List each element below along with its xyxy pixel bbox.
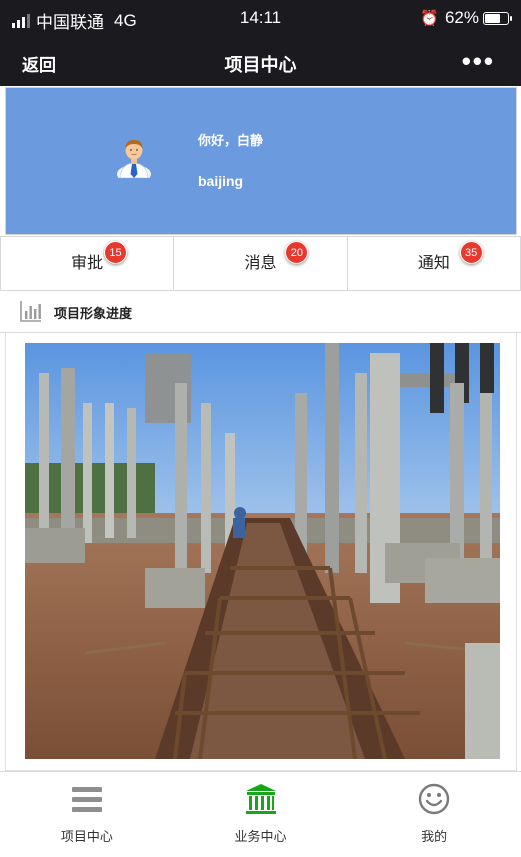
- battery-fill: [485, 13, 500, 23]
- nav-item-mine[interactable]: 我的: [347, 772, 521, 857]
- avatar-icon: [117, 140, 151, 178]
- more-button[interactable]: •••: [462, 46, 495, 77]
- profile-banner: 你好，白静 baijing: [5, 87, 517, 235]
- tab-message[interactable]: 消息 20: [173, 237, 346, 290]
- tab-notice[interactable]: 通知 35: [346, 237, 521, 290]
- nav-item-project-center[interactable]: 项目中心: [0, 772, 174, 857]
- battery-icon: [483, 11, 512, 25]
- tab-label: 通知: [417, 255, 450, 272]
- tab-label: 审批: [71, 255, 104, 272]
- nav-label: 业务中心: [234, 829, 287, 844]
- nav-bar: 返回 项目中心 •••: [0, 38, 521, 86]
- username-text: baijing: [198, 173, 244, 189]
- smiley-icon: [418, 783, 450, 815]
- page-title: 项目中心: [224, 55, 297, 75]
- notice-count-badge: 35: [459, 241, 483, 264]
- greeting-text: 你好，白静: [198, 133, 264, 148]
- tab-bar: 审批 15 消息 20 通知 35: [0, 236, 521, 291]
- alarm-icon: ⏰: [420, 10, 439, 27]
- approve-count-badge: 15: [104, 241, 127, 264]
- substation-construction-photo[interactable]: [25, 343, 500, 759]
- section-title: 项目形象进度: [54, 306, 133, 321]
- bank-icon: [245, 784, 276, 814]
- section-header: 项目形象进度: [0, 291, 521, 333]
- nav-label: 项目中心: [60, 829, 113, 844]
- tab-label: 消息: [244, 255, 277, 272]
- tab-approve[interactable]: 审批 15: [0, 237, 173, 290]
- nav-item-business-center[interactable]: 业务中心: [174, 772, 348, 857]
- status-right: ⏰ 62%: [420, 8, 512, 28]
- progress-photo-card[interactable]: [5, 333, 517, 771]
- nav-label: 我的: [421, 829, 448, 844]
- back-button[interactable]: 返回: [22, 51, 56, 76]
- battery-percent: 62%: [444, 8, 479, 27]
- bottom-nav: 项目中心 业务中心 我的: [0, 771, 521, 857]
- status-bar: 中国联通 4G 14:11 ⏰ 62%: [0, 0, 521, 38]
- message-count-badge: 20: [285, 241, 309, 264]
- bar-chart-icon: [20, 301, 41, 322]
- menu-icon: [71, 787, 102, 812]
